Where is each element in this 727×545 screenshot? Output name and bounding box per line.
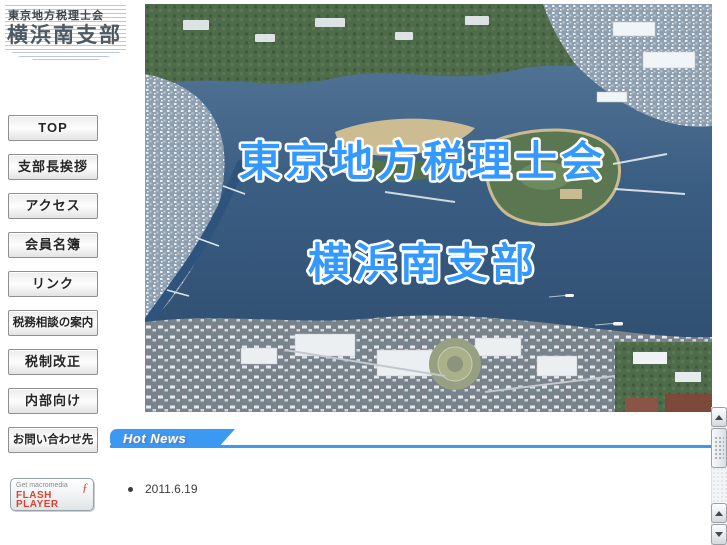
nav-button-links[interactable]: リンク bbox=[8, 271, 98, 297]
nav-button-access[interactable]: アクセス bbox=[8, 193, 98, 219]
sidebar-nav: TOP 支部長挨拶 アクセス 会員名簿 リンク 税務相談の案内 税制改正 内部向… bbox=[8, 115, 98, 455]
hero-title-line1: 東京地方税理士会 bbox=[239, 138, 607, 185]
scroll-up-button[interactable] bbox=[711, 407, 727, 427]
nav-button-tax-consult[interactable]: 税務相談の案内 bbox=[8, 310, 98, 336]
site-logo: 東京地方税理士会 横浜南支部 bbox=[5, 3, 129, 65]
scroll-up-button-bottom[interactable] bbox=[711, 503, 727, 523]
nav-button-contact[interactable]: お問い合わせ先 bbox=[8, 427, 98, 453]
logo-stripes bbox=[11, 52, 121, 57]
triangle-down-icon bbox=[715, 532, 723, 537]
aerial-photo: 東京地方税理士会 横浜南支部 bbox=[145, 4, 712, 412]
hot-news-divider bbox=[110, 445, 711, 448]
hero-title-line2: 横浜南支部 bbox=[308, 240, 538, 287]
scroll-down-button[interactable] bbox=[711, 524, 727, 545]
triangle-up-icon bbox=[715, 510, 723, 516]
page: 東京地方税理士会 横浜南支部 TOP 支部長挨拶 アクセス 会員名簿 リンク 税… bbox=[0, 0, 727, 545]
flash-badge-line2: PLAYER bbox=[16, 499, 59, 510]
news-list-item: 2011.6.19 bbox=[128, 482, 198, 496]
vertical-scrollbar bbox=[711, 407, 727, 545]
logo-stripes bbox=[31, 59, 101, 63]
news-date: 2011.6.19 bbox=[145, 482, 198, 496]
get-flash-player-badge[interactable]: Get macromedia ƒ FLASH PLAYER bbox=[10, 478, 94, 511]
aerial-photo-graphic: 東京地方税理士会 横浜南支部 bbox=[145, 4, 712, 412]
nav-button-member-list[interactable]: 会員名簿 bbox=[8, 232, 98, 258]
flash-logo-icon: ƒ bbox=[82, 480, 88, 494]
bullet-icon bbox=[128, 486, 133, 492]
scrollbar-thumb[interactable] bbox=[711, 428, 727, 468]
nav-button-members-only[interactable]: 内部向け bbox=[8, 388, 98, 414]
nav-button-greeting[interactable]: 支部長挨拶 bbox=[8, 154, 98, 180]
flash-badge-prefix: Get macromedia bbox=[16, 482, 68, 489]
scrollbar-grip-icon bbox=[714, 436, 724, 460]
nav-button-tax-reform[interactable]: 税制改正 bbox=[8, 349, 98, 375]
triangle-up-icon bbox=[715, 414, 723, 420]
nav-button-top[interactable]: TOP bbox=[8, 115, 98, 141]
logo-branch-name: 横浜南支部 bbox=[7, 24, 122, 47]
